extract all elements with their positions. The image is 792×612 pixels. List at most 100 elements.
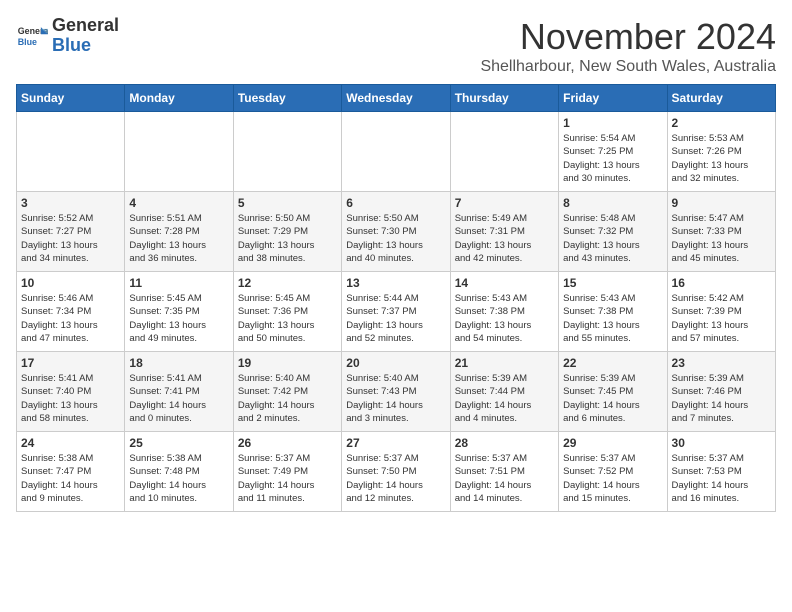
logo-icon: General Blue — [16, 20, 48, 52]
calendar-week-5: 24 Sunrise: 5:38 AM Sunset: 7:47 PM Dayli… — [17, 432, 776, 512]
day-header-wednesday: Wednesday — [342, 85, 450, 112]
calendar-header-row: SundayMondayTuesdayWednesdayThursdayFrid… — [17, 85, 776, 112]
calendar-cell: 11Sunrise: 5:45 AM Sunset: 7:35 PM Dayli… — [125, 272, 233, 352]
day-info: Sunrise: 5:52 AM Sunset: 7:27 PM Dayligh… — [21, 212, 120, 265]
day-info: Sunrise: 5:43 AM Sunset: 7:38 PM Dayligh… — [455, 292, 554, 345]
calendar-cell: 15Sunrise: 5:43 AM Sunset: 7:38 PM Dayli… — [559, 272, 667, 352]
day-header-sunday: Sunday — [17, 85, 125, 112]
day-info: Sunrise: 5:43 AM Sunset: 7:38 PM Dayligh… — [563, 292, 662, 345]
calendar-cell: 1Sunrise: 5:54 AM Sunset: 7:25 PM Daylig… — [559, 112, 667, 192]
day-info: Sunrise: 5:41 AM Sunset: 7:40 PM Dayligh… — [21, 372, 120, 425]
day-number: 19 — [238, 356, 337, 370]
day-number: 5 — [238, 196, 337, 210]
location: Shellharbour, New South Wales, Australia — [480, 58, 776, 76]
day-info: Sunrise: 5:44 AM Sunset: 7:37 PM Dayligh… — [346, 292, 445, 345]
day-header-tuesday: Tuesday — [233, 85, 341, 112]
day-info: Sunrise: 5:37 AM Sunset: 7:49 PM Dayligh… — [238, 452, 337, 505]
day-number: 20 — [346, 356, 445, 370]
calendar-cell: 13 Sunrise: 5:44 AM Sunset: 7:37 PM Dayli… — [342, 272, 450, 352]
calendar-cell: 12 Sunrise: 5:45 AM Sunset: 7:36 PM Dayli… — [233, 272, 341, 352]
calendar-week-2: 3 Sunrise: 5:52 AM Sunset: 7:27 PM Daylig… — [17, 192, 776, 272]
day-info: Sunrise: 5:53 AM Sunset: 7:26 PM Dayligh… — [672, 132, 771, 185]
day-info: Sunrise: 5:42 AM Sunset: 7:39 PM Dayligh… — [672, 292, 771, 345]
calendar-cell: 9 Sunrise: 5:47 AM Sunset: 7:33 PM Daylig… — [667, 192, 775, 272]
day-number: 23 — [672, 356, 771, 370]
calendar-cell — [125, 112, 233, 192]
calendar-week-4: 17 Sunrise: 5:41 AM Sunset: 7:40 PM Dayli… — [17, 352, 776, 432]
day-number: 3 — [21, 196, 120, 210]
calendar-body: 1Sunrise: 5:54 AM Sunset: 7:25 PM Daylig… — [17, 112, 776, 512]
day-number: 16 — [672, 276, 771, 290]
day-info: Sunrise: 5:39 AM Sunset: 7:45 PM Dayligh… — [563, 372, 662, 425]
day-info: Sunrise: 5:50 AM Sunset: 7:29 PM Dayligh… — [238, 212, 337, 265]
day-info: Sunrise: 5:49 AM Sunset: 7:31 PM Dayligh… — [455, 212, 554, 265]
calendar-cell: 29Sunrise: 5:37 AM Sunset: 7:52 PM Dayli… — [559, 432, 667, 512]
day-number: 6 — [346, 196, 445, 210]
month-year: November 2024 — [480, 16, 776, 58]
day-header-saturday: Saturday — [667, 85, 775, 112]
title-area: November 2024 Shellharbour, New South Wa… — [480, 16, 776, 76]
day-number: 24 — [21, 436, 120, 450]
calendar-cell: 19 Sunrise: 5:40 AM Sunset: 7:42 PM Dayli… — [233, 352, 341, 432]
calendar-cell: 23 Sunrise: 5:39 AM Sunset: 7:46 PM Dayli… — [667, 352, 775, 432]
day-number: 4 — [129, 196, 228, 210]
day-number: 26 — [238, 436, 337, 450]
calendar-cell: 5 Sunrise: 5:50 AM Sunset: 7:29 PM Daylig… — [233, 192, 341, 272]
calendar-cell: 26 Sunrise: 5:37 AM Sunset: 7:49 PM Dayli… — [233, 432, 341, 512]
calendar-cell — [233, 112, 341, 192]
day-info: Sunrise: 5:37 AM Sunset: 7:50 PM Dayligh… — [346, 452, 445, 505]
day-number: 1 — [563, 116, 662, 130]
day-number: 22 — [563, 356, 662, 370]
day-info: Sunrise: 5:46 AM Sunset: 7:34 PM Dayligh… — [21, 292, 120, 345]
calendar-cell: 21 Sunrise: 5:39 AM Sunset: 7:44 PM Dayli… — [450, 352, 558, 432]
day-number: 13 — [346, 276, 445, 290]
day-info: Sunrise: 5:38 AM Sunset: 7:48 PM Dayligh… — [129, 452, 228, 505]
calendar-cell: 7Sunrise: 5:49 AM Sunset: 7:31 PM Daylig… — [450, 192, 558, 272]
calendar-cell: 18 Sunrise: 5:41 AM Sunset: 7:41 PM Dayli… — [125, 352, 233, 432]
day-number: 8 — [563, 196, 662, 210]
calendar-cell: 6 Sunrise: 5:50 AM Sunset: 7:30 PM Daylig… — [342, 192, 450, 272]
day-info: Sunrise: 5:47 AM Sunset: 7:33 PM Dayligh… — [672, 212, 771, 265]
calendar-cell: 8 Sunrise: 5:48 AM Sunset: 7:32 PM Daylig… — [559, 192, 667, 272]
calendar-cell: 30 Sunrise: 5:37 AM Sunset: 7:53 PM Dayli… — [667, 432, 775, 512]
day-number: 18 — [129, 356, 228, 370]
calendar-cell: 22 Sunrise: 5:39 AM Sunset: 7:45 PM Dayli… — [559, 352, 667, 432]
day-number: 12 — [238, 276, 337, 290]
calendar-cell — [450, 112, 558, 192]
calendar-cell: 28 Sunrise: 5:37 AM Sunset: 7:51 PM Dayli… — [450, 432, 558, 512]
calendar-cell: 24 Sunrise: 5:38 AM Sunset: 7:47 PM Dayli… — [17, 432, 125, 512]
day-info: Sunrise: 5:37 AM Sunset: 7:53 PM Dayligh… — [672, 452, 771, 505]
day-info: Sunrise: 5:39 AM Sunset: 7:46 PM Dayligh… — [672, 372, 771, 425]
day-number: 21 — [455, 356, 554, 370]
logo: General Blue General Blue — [16, 16, 119, 56]
calendar-cell: 25Sunrise: 5:38 AM Sunset: 7:48 PM Dayli… — [125, 432, 233, 512]
day-header-friday: Friday — [559, 85, 667, 112]
day-info: Sunrise: 5:50 AM Sunset: 7:30 PM Dayligh… — [346, 212, 445, 265]
calendar-cell: 17 Sunrise: 5:41 AM Sunset: 7:40 PM Dayli… — [17, 352, 125, 432]
day-number: 11 — [129, 276, 228, 290]
day-info: Sunrise: 5:41 AM Sunset: 7:41 PM Dayligh… — [129, 372, 228, 425]
calendar-table: SundayMondayTuesdayWednesdayThursdayFrid… — [16, 84, 776, 512]
day-number: 2 — [672, 116, 771, 130]
calendar-cell: 2 Sunrise: 5:53 AM Sunset: 7:26 PM Daylig… — [667, 112, 775, 192]
header: General Blue General Blue November 2024 … — [16, 16, 776, 76]
day-info: Sunrise: 5:37 AM Sunset: 7:51 PM Dayligh… — [455, 452, 554, 505]
day-info: Sunrise: 5:51 AM Sunset: 7:28 PM Dayligh… — [129, 212, 228, 265]
calendar-cell: 14Sunrise: 5:43 AM Sunset: 7:38 PM Dayli… — [450, 272, 558, 352]
day-number: 10 — [21, 276, 120, 290]
day-info: Sunrise: 5:39 AM Sunset: 7:44 PM Dayligh… — [455, 372, 554, 425]
day-info: Sunrise: 5:38 AM Sunset: 7:47 PM Dayligh… — [21, 452, 120, 505]
day-info: Sunrise: 5:40 AM Sunset: 7:43 PM Dayligh… — [346, 372, 445, 425]
day-number: 30 — [672, 436, 771, 450]
day-number: 28 — [455, 436, 554, 450]
day-info: Sunrise: 5:40 AM Sunset: 7:42 PM Dayligh… — [238, 372, 337, 425]
day-info: Sunrise: 5:48 AM Sunset: 7:32 PM Dayligh… — [563, 212, 662, 265]
logo-line1: General — [52, 15, 119, 35]
day-header-monday: Monday — [125, 85, 233, 112]
day-number: 9 — [672, 196, 771, 210]
day-info: Sunrise: 5:37 AM Sunset: 7:52 PM Dayligh… — [563, 452, 662, 505]
day-number: 17 — [21, 356, 120, 370]
calendar-cell: 3 Sunrise: 5:52 AM Sunset: 7:27 PM Daylig… — [17, 192, 125, 272]
day-info: Sunrise: 5:45 AM Sunset: 7:36 PM Dayligh… — [238, 292, 337, 345]
logo-text: General Blue — [52, 16, 119, 56]
